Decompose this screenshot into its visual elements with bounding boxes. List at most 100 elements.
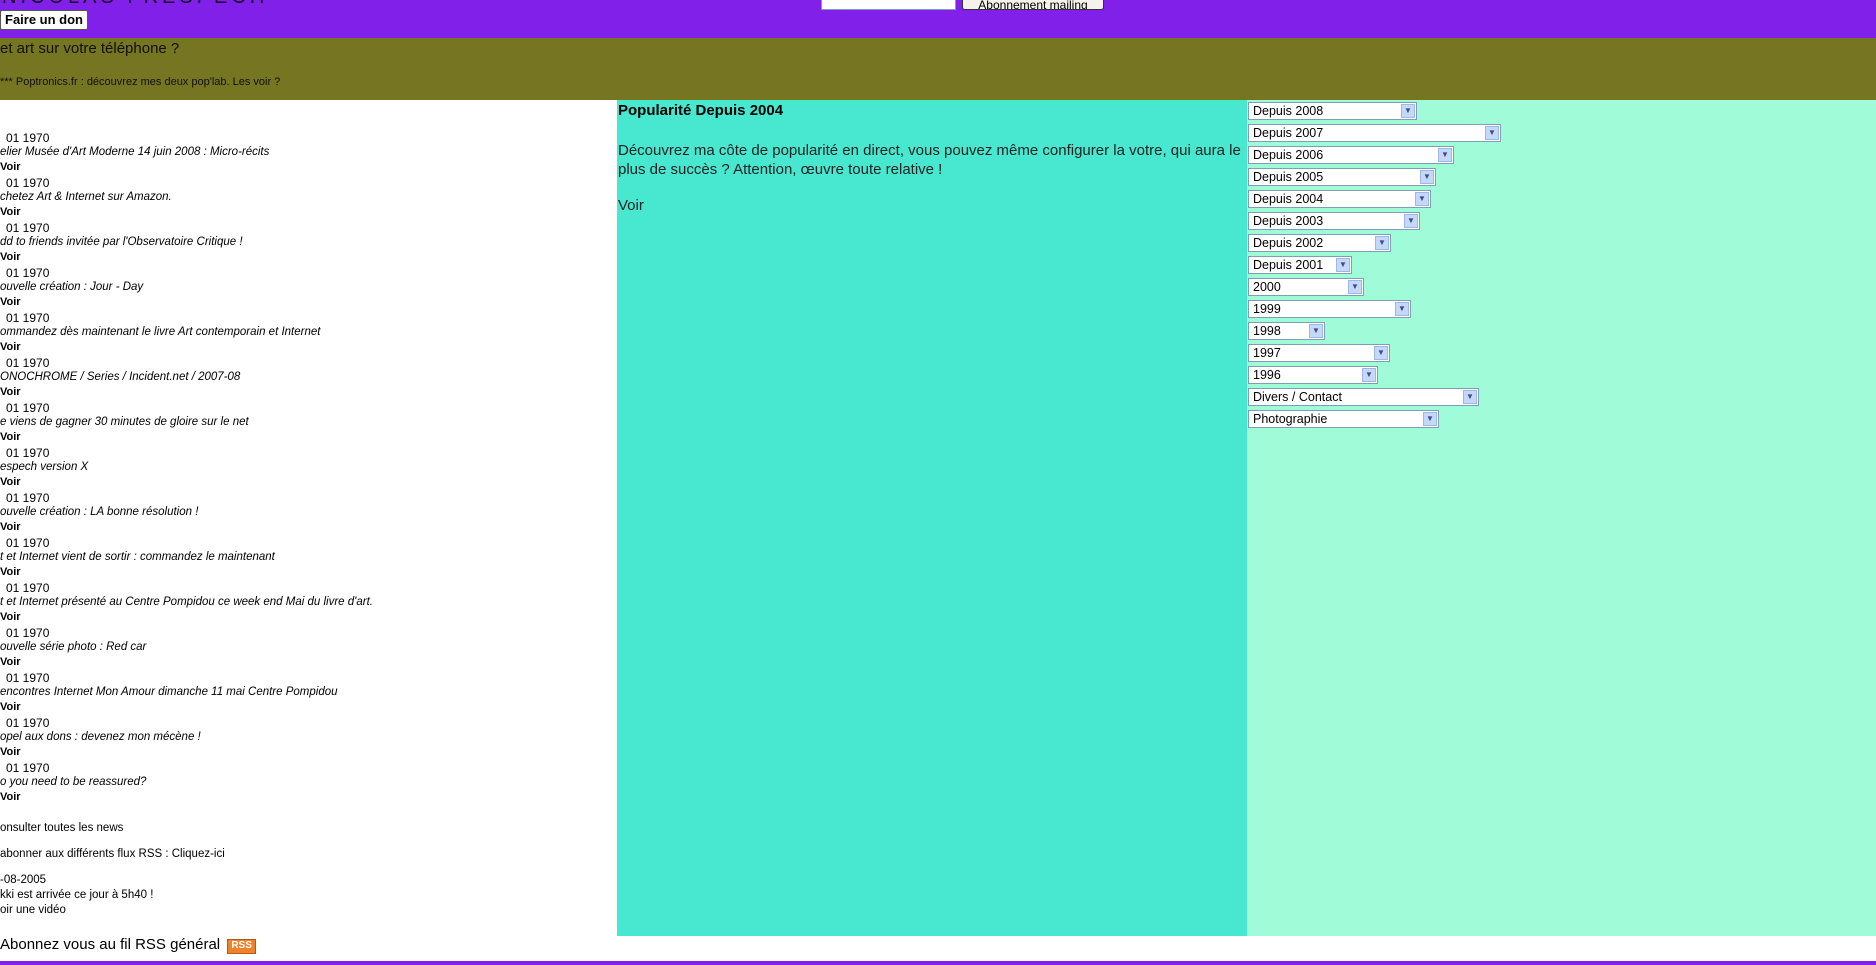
chevron-down-icon[interactable]: ▼ [1420,170,1434,184]
news-item: 01 1970 ONOCHROME / Series / Incident.net… [0,325,617,398]
select-value: 2000 [1253,280,1281,294]
chevron-down-icon[interactable]: ▼ [1375,236,1389,250]
news-item: 01 1970 o you need to be reassured? Voir [0,730,617,803]
section-select[interactable]: Depuis 2008 ▼ [1248,102,1417,120]
chevron-down-icon[interactable]: ▼ [1463,390,1477,404]
news-item: 01 1970 opel aux dons : devenez mon mécèn… [0,685,617,758]
select-value: Photographie [1253,412,1328,426]
rss-icon[interactable]: RSS [227,939,256,954]
rss-flux-link[interactable]: abonner aux différents flux RSS : Clique… [0,848,225,860]
section-select[interactable]: Depuis 2005 ▼ [1248,168,1436,186]
news-date: 01 1970 [6,626,50,640]
news-date: 01 1970 [6,221,50,235]
chevron-down-icon[interactable]: ▼ [1309,324,1323,338]
section-select[interactable]: 1997 ▼ [1248,344,1390,362]
chevron-down-icon[interactable]: ▼ [1404,214,1418,228]
navigation-selects-panel: Depuis 2008 ▼ Depuis 2007 ▼ Depuis 2006 ▼ Depu… [1247,100,1876,936]
section-select[interactable]: Depuis 2007 ▼ [1248,124,1501,142]
popularity-description: Découvrez ma côte de popularité en direc… [618,142,1241,178]
select-value: Depuis 2006 [1253,148,1324,162]
news-item: 01 1970 dd to friends invitée par l'Obser… [0,190,617,263]
phone-art-link[interactable]: et art sur votre téléphone ? [0,40,179,57]
promo-banner: et art sur votre téléphone ? *** Poptron… [0,38,1876,100]
news-date: 01 1970 [6,401,50,415]
chevron-down-icon[interactable]: ▼ [1423,412,1437,426]
section-select[interactable]: Depuis 2006 ▼ [1248,146,1454,164]
news-item: 01 1970 ouvelle création : Jour - Day Voir [0,235,617,308]
news-date: 01 1970 [6,716,50,730]
select-value: Depuis 2001 [1253,258,1324,272]
select-value: Divers / Contact [1253,390,1342,404]
mailing-subscribe-button[interactable]: Abonnement mailing [962,0,1104,10]
chevron-down-icon[interactable]: ▼ [1438,148,1452,162]
news-date: 01 1970 [6,266,50,280]
event-date: -08-2005 [0,874,47,886]
poptronics-link[interactable]: *** Poptronics.fr : découvrez mes deux p… [0,76,280,88]
donate-button[interactable]: Faire un don [0,10,88,30]
news-date: 01 1970 [6,356,50,370]
top-bar: NICOLAS FRESPECH Faire un don Abonnement… [0,0,1876,38]
section-select[interactable]: Depuis 2001 ▼ [1248,256,1352,274]
section-select[interactable]: Divers / Contact ▼ [1248,388,1479,406]
mailing-email-input[interactable] [821,0,956,10]
chevron-down-icon[interactable]: ▼ [1401,104,1415,118]
news-column: 01 1970 elier Musée d'Art Moderne 14 juin… [0,100,617,936]
chevron-down-icon[interactable]: ▼ [1362,368,1376,382]
news-date: 01 1970 [6,491,50,505]
news-date: 01 1970 [6,176,50,190]
news-title: o you need to be reassured? [0,776,147,788]
section-select[interactable]: 1998 ▼ [1248,322,1325,340]
select-value: Depuis 2005 [1253,170,1324,184]
news-item: 01 1970 t et Internet vient de sortir : c… [0,505,617,578]
news-item: 01 1970 elier Musée d'Art Moderne 14 juin… [0,100,617,173]
section-select[interactable]: Depuis 2002 ▼ [1248,234,1391,252]
select-value: 1997 [1253,346,1281,360]
news-date: 01 1970 [6,761,50,775]
section-select[interactable]: Depuis 2004 ▼ [1248,190,1431,208]
select-value: Depuis 2003 [1253,214,1324,228]
section-select[interactable]: 2000 ▼ [1248,278,1364,296]
news-item: 01 1970 ouvelle série photo : Red car Voir [0,595,617,668]
chevron-down-icon[interactable]: ▼ [1348,280,1362,294]
news-date: 01 1970 [6,131,50,145]
event-text: kki est arrivée ce jour à 5h40 ! [0,889,154,901]
news-date: 01 1970 [6,671,50,685]
news-date: 01 1970 [6,311,50,325]
news-item: 01 1970 espech version X Voir [0,415,617,488]
news-item: 01 1970 encontres Internet Mon Amour dima… [0,640,617,713]
rss-general-link[interactable]: Abonnez vous au fil RSS général [0,936,220,953]
select-value: Depuis 2002 [1253,236,1324,250]
select-value: 1996 [1253,368,1281,382]
news-date: 01 1970 [6,581,50,595]
select-value: Depuis 2004 [1253,192,1324,206]
news-item: 01 1970 chetez Art & Internet sur Amazon.… [0,145,617,218]
news-item: 01 1970 t et Internet présenté au Centre … [0,550,617,623]
chevron-down-icon[interactable]: ▼ [1485,126,1499,140]
chevron-down-icon[interactable]: ▼ [1374,346,1388,360]
news-item: 01 1970 ommandez dès maintenant le livre … [0,280,617,353]
rss-footer: Abonnez vous au fil RSS général RSS [0,936,256,961]
all-news-link[interactable]: onsulter toutes les news [0,822,123,834]
popularity-voir-link[interactable]: Voir [618,197,644,214]
section-select[interactable]: 1999 ▼ [1248,300,1411,318]
select-value: 1998 [1253,324,1281,338]
video-link[interactable]: oir une vidéo [0,904,66,916]
bottom-bar [0,961,1876,965]
news-date: 01 1970 [6,446,50,460]
news-item: 01 1970 e viens de gagner 30 minutes de g… [0,370,617,443]
select-value: Depuis 2007 [1253,126,1324,140]
news-item: 01 1970 ouvelle création : LA bonne résol… [0,460,617,533]
chevron-down-icon[interactable]: ▼ [1395,302,1409,316]
chevron-down-icon[interactable]: ▼ [1336,258,1350,272]
select-value: 1999 [1253,302,1281,316]
chevron-down-icon[interactable]: ▼ [1415,192,1429,206]
popularity-panel: Popularité Depuis 2004 Découvrez ma côte… [617,100,1247,936]
section-select[interactable]: Photographie ▼ [1248,410,1439,428]
select-value: Depuis 2008 [1253,104,1324,118]
news-voir-link[interactable]: Voir [0,791,21,803]
news-date: 01 1970 [6,536,50,550]
site-title: NICOLAS FRESPECH [2,0,268,9]
section-select[interactable]: 1996 ▼ [1248,366,1378,384]
popularity-title: Popularité Depuis 2004 [618,102,784,119]
section-select[interactable]: Depuis 2003 ▼ [1248,212,1420,230]
